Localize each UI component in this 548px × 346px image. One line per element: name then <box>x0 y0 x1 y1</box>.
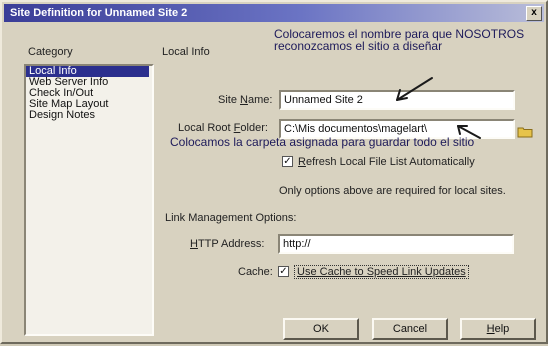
site-definition-dialog: Site Definition for Unnamed Site 2 x Col… <box>0 0 548 344</box>
arrow-to-site-name <box>396 77 433 101</box>
arrow-to-local-root <box>457 125 481 139</box>
annotation-arrows <box>396 77 481 139</box>
